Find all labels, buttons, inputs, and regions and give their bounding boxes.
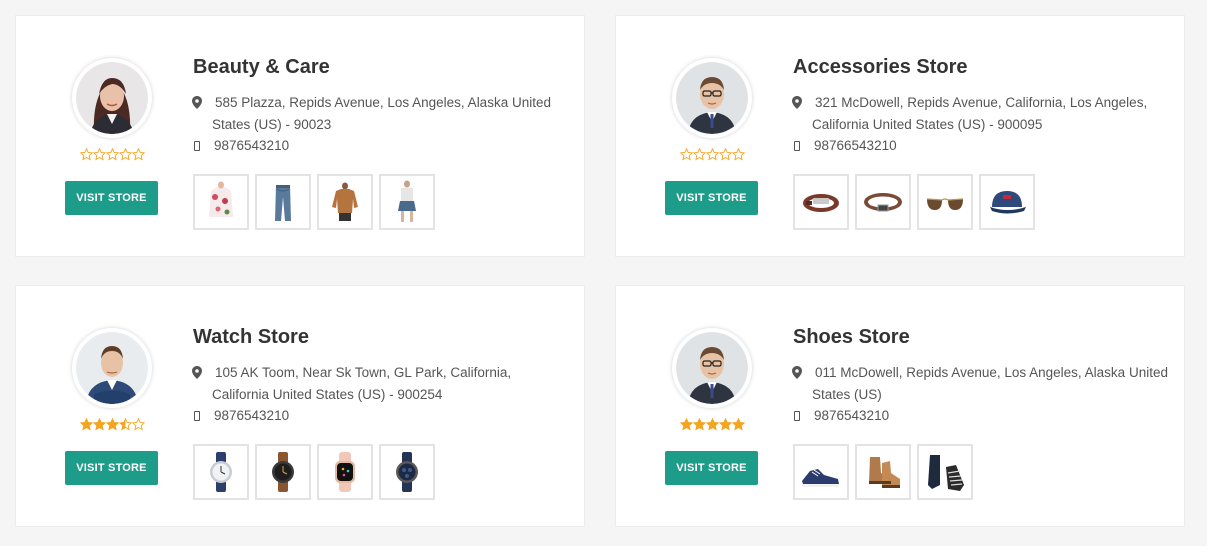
phone-number: 9876543210 <box>214 138 290 153</box>
address-line: States (US) <box>812 387 882 402</box>
store-phone: 9876543210 <box>193 136 289 156</box>
phone-number: 9876543210 <box>814 408 890 423</box>
store-card-beauty-care: VISIT STORE Beauty & Care 585 Plazza, Re… <box>15 15 585 257</box>
phone-icon <box>194 411 200 421</box>
visit-store-button[interactable]: VISIT STORE <box>665 451 758 485</box>
star-filled-icon <box>718 418 732 431</box>
store-phone: 9876543210 <box>193 406 289 426</box>
visit-store-button[interactable]: VISIT STORE <box>65 181 158 215</box>
belt-icon[interactable] <box>855 174 911 230</box>
star-half-icon <box>118 418 132 431</box>
star-filled-icon <box>692 418 706 431</box>
star-empty-icon <box>131 148 145 161</box>
store-address: 011 McDowell, Repids Avenue, Los Angeles… <box>792 362 1168 406</box>
store-name[interactable]: Shoes Store <box>793 326 910 349</box>
star-filled-icon <box>105 418 119 431</box>
address-line: 585 Plazza, Repids Avenue, Los Angeles, … <box>215 95 551 110</box>
sweater-icon[interactable] <box>317 174 373 230</box>
store-name[interactable]: Beauty & Care <box>193 56 330 79</box>
store-address: 321 McDowell, Repids Avenue, California,… <box>792 92 1163 136</box>
address-line: 011 McDowell, Repids Avenue, Los Angeles… <box>815 365 1168 380</box>
chronograph-watch-icon[interactable] <box>379 444 435 500</box>
map-pin-icon <box>792 366 802 379</box>
bracelet-icon[interactable] <box>793 174 849 230</box>
man-suit-avatar-icon <box>72 328 152 408</box>
store-name[interactable]: Watch Store <box>193 326 309 349</box>
store-phone: 9876543210 <box>793 406 889 426</box>
map-pin-icon <box>192 366 202 379</box>
star-empty-icon <box>118 148 132 161</box>
rating-stars <box>77 418 147 434</box>
silver-watch-icon[interactable] <box>193 444 249 500</box>
star-filled-icon <box>79 418 93 431</box>
cap-icon[interactable] <box>979 174 1035 230</box>
visit-store-button[interactable]: VISIT STORE <box>65 451 158 485</box>
product-thumbnails <box>793 174 1035 230</box>
smartwatch-icon[interactable] <box>317 444 373 500</box>
phone-number: 9876543210 <box>214 408 290 423</box>
address-line: 105 AK Toom, Near Sk Town, GL Park, Cali… <box>215 365 512 380</box>
rating-stars <box>77 148 147 164</box>
address-line: California United States (US) - 900254 <box>212 387 443 402</box>
star-empty-icon <box>79 148 93 161</box>
star-empty-icon <box>105 148 119 161</box>
slip-on-icon[interactable] <box>917 444 973 500</box>
store-phone: 98766543210 <box>793 136 897 156</box>
phone-icon <box>794 411 800 421</box>
rating-stars <box>677 148 747 164</box>
address-line: California United States (US) - 900095 <box>812 117 1043 132</box>
boots-icon[interactable] <box>855 444 911 500</box>
address-line: States (US) - 90023 <box>212 117 332 132</box>
brown-watch-icon[interactable] <box>255 444 311 500</box>
store-card-accessories: VISIT STORE Accessories Store 321 McDowe… <box>615 15 1185 257</box>
address-line: 321 McDowell, Repids Avenue, California,… <box>815 95 1148 110</box>
product-thumbnails <box>193 444 435 500</box>
phone-number: 98766543210 <box>814 138 897 153</box>
phone-icon <box>194 141 200 151</box>
star-empty-icon <box>692 148 706 161</box>
jeans-icon[interactable] <box>255 174 311 230</box>
phone-icon <box>794 141 800 151</box>
store-address: 585 Plazza, Repids Avenue, Los Angeles, … <box>192 92 563 136</box>
store-address: 105 AK Toom, Near Sk Town, GL Park, Cali… <box>192 362 563 406</box>
floral-blouse-icon[interactable] <box>193 174 249 230</box>
star-filled-icon <box>679 418 693 431</box>
product-thumbnails <box>793 444 973 500</box>
map-pin-icon <box>792 96 802 109</box>
visit-store-button[interactable]: VISIT STORE <box>665 181 758 215</box>
sneaker-icon[interactable] <box>793 444 849 500</box>
star-empty-icon <box>679 148 693 161</box>
star-filled-icon <box>92 418 106 431</box>
woman-avatar-icon <box>72 58 152 138</box>
star-empty-icon <box>705 148 719 161</box>
star-filled-icon <box>731 418 745 431</box>
star-empty-icon <box>92 148 106 161</box>
man-glasses-avatar-icon <box>672 328 752 408</box>
store-name[interactable]: Accessories Store <box>793 56 968 79</box>
store-card-shoes: VISIT STORE Shoes Store 011 McDowell, Re… <box>615 285 1185 527</box>
rating-stars <box>677 418 747 434</box>
sunglasses-icon[interactable] <box>917 174 973 230</box>
star-filled-icon <box>705 418 719 431</box>
product-thumbnails <box>193 174 435 230</box>
store-card-watch: VISIT STORE Watch Store 105 AK Toom, Nea… <box>15 285 585 527</box>
star-empty-icon <box>718 148 732 161</box>
map-pin-icon <box>192 96 202 109</box>
star-empty-icon <box>731 148 745 161</box>
man-glasses-avatar-icon <box>672 58 752 138</box>
denim-skirt-icon[interactable] <box>379 174 435 230</box>
star-empty-icon <box>131 418 145 431</box>
